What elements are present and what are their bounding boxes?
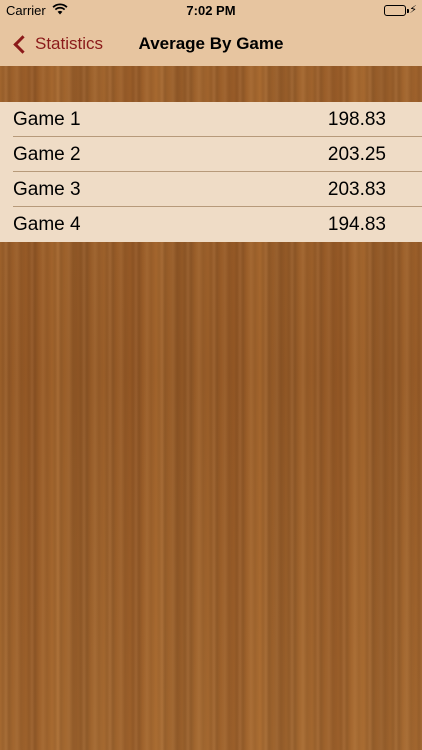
table-row[interactable]: Game 4 194.83 bbox=[0, 207, 422, 242]
game-label: Game 2 bbox=[13, 144, 81, 165]
table-row[interactable]: Game 1 198.83 bbox=[0, 102, 422, 137]
table-row[interactable]: Game 3 203.83 bbox=[0, 172, 422, 207]
header: Carrier 7:02 PM ⚡ Statistics Average By … bbox=[0, 0, 422, 66]
charging-bolt-icon: ⚡ bbox=[409, 4, 417, 16]
game-label: Game 3 bbox=[13, 179, 81, 200]
game-average: 203.83 bbox=[327, 179, 386, 200]
status-time: 7:02 PM bbox=[186, 3, 236, 18]
navigation-bar: Statistics Average By Game bbox=[0, 22, 422, 66]
game-average: 203.25 bbox=[327, 144, 386, 165]
game-average: 194.83 bbox=[327, 214, 386, 235]
battery-icon bbox=[384, 5, 409, 16]
game-label: Game 1 bbox=[13, 109, 81, 130]
page-title: Average By Game bbox=[138, 34, 284, 53]
game-label: Game 4 bbox=[13, 214, 81, 235]
average-by-game-table: Game 1 198.83 Game 2 203.25 Game 3 203.8… bbox=[0, 102, 422, 242]
status-bar: Carrier 7:02 PM ⚡ bbox=[0, 0, 422, 22]
game-average: 198.83 bbox=[327, 109, 386, 130]
table-row[interactable]: Game 2 203.25 bbox=[0, 137, 422, 172]
